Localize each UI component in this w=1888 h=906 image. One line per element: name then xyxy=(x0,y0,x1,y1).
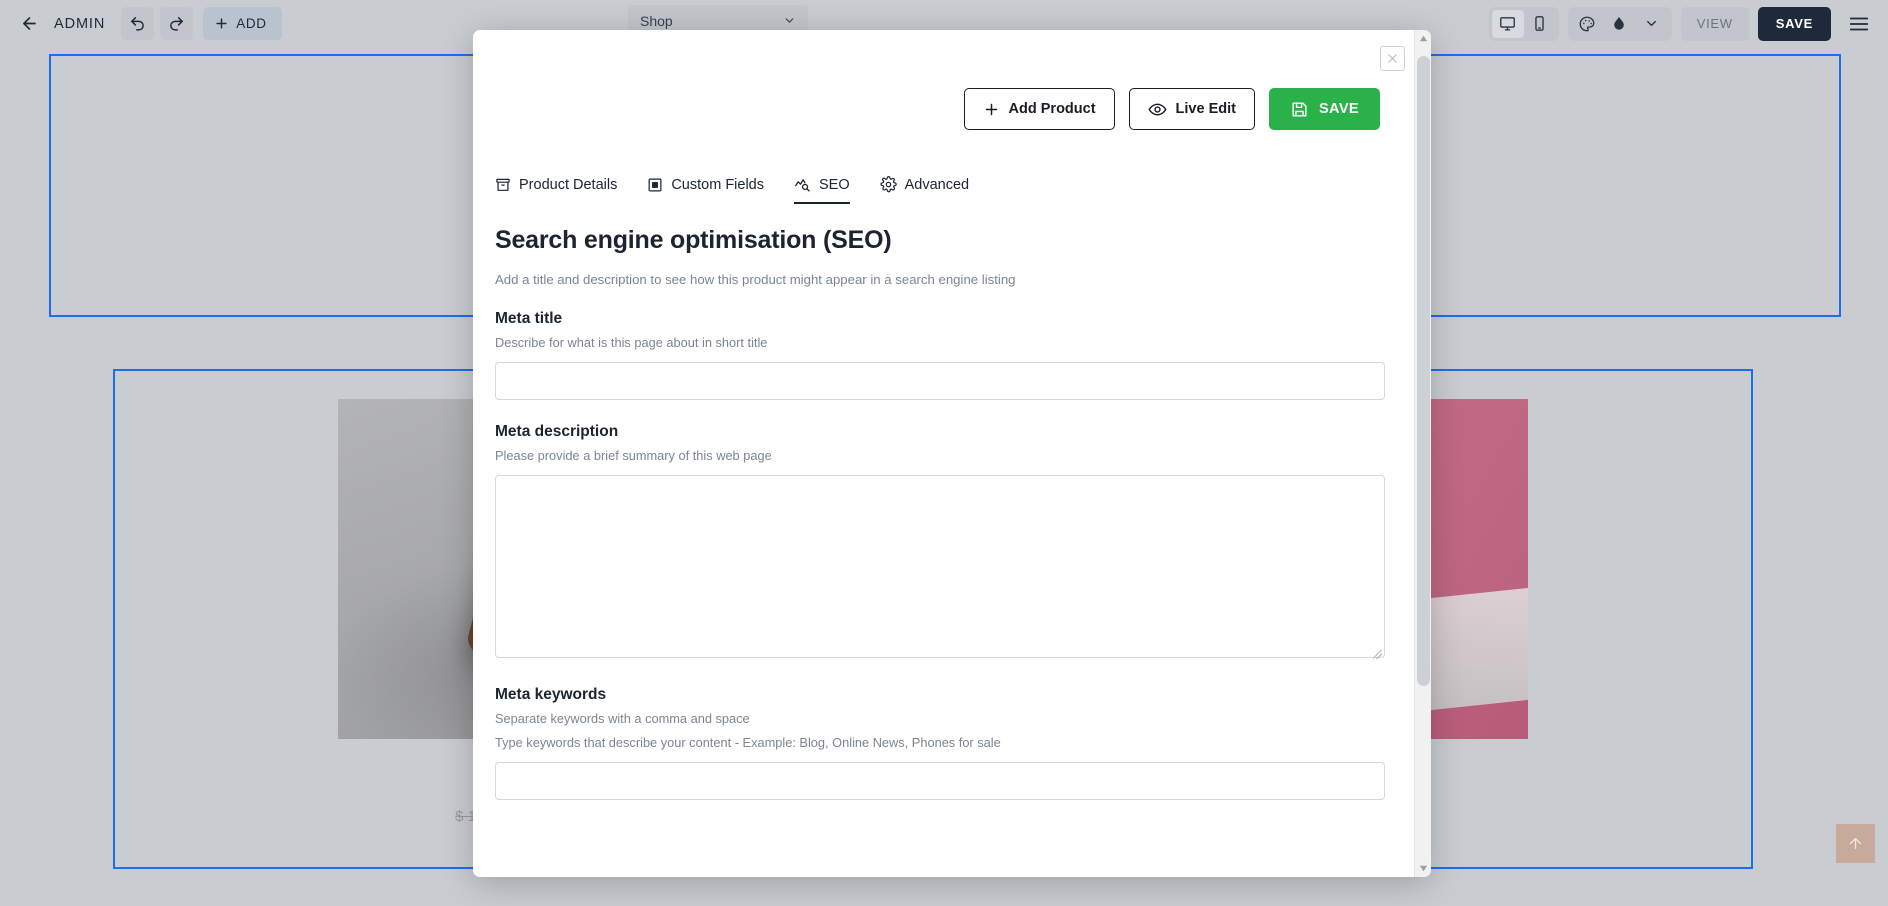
meta-description-textarea[interactable] xyxy=(495,475,1385,658)
meta-title-field-group: Meta title Describe for what is this pag… xyxy=(495,310,1392,400)
page-title: Search engine optimisation (SEO) xyxy=(495,226,892,254)
meta-description-field-group: Meta description Please provide a brief … xyxy=(495,423,1392,663)
modal-action-bar: Add Product Live Edit SAVE xyxy=(473,30,1414,130)
seo-panel: Search engine optimisation (SEO) Add a t… xyxy=(473,204,1414,800)
product-editor-modal: Add Product Live Edit SAVE Product Detai… xyxy=(473,30,1431,877)
modal-tabs: Product Details Custom Fields SEO Advanc… xyxy=(473,130,1414,204)
scroll-up-arrow-icon[interactable] xyxy=(1415,30,1431,47)
tab-label: SEO xyxy=(819,176,850,193)
modal-save-button[interactable]: SAVE xyxy=(1268,88,1380,130)
eye-icon xyxy=(1147,100,1167,119)
plus-icon xyxy=(983,101,1000,118)
modal-scrollbar[interactable] xyxy=(1414,30,1431,877)
meta-title-label: Meta title xyxy=(495,310,563,327)
floppy-disk-icon xyxy=(1290,100,1309,119)
modal-save-label: SAVE xyxy=(1318,101,1359,117)
meta-keywords-hint: Separate keywords with a comma and space xyxy=(495,711,750,726)
add-product-button[interactable]: Add Product xyxy=(963,88,1115,130)
live-edit-button[interactable]: Live Edit xyxy=(1128,88,1255,130)
tab-label: Custom Fields xyxy=(671,176,764,193)
modal-scrollbar-thumb[interactable] xyxy=(1417,56,1430,686)
archive-box-icon xyxy=(495,177,511,193)
meta-title-hint: Describe for what is this page about in … xyxy=(495,335,768,350)
meta-description-hint: Please provide a brief summary of this w… xyxy=(495,448,772,463)
page-subtitle: Add a title and description to see how t… xyxy=(495,272,1016,287)
tab-seo[interactable]: SEO xyxy=(794,176,850,204)
tab-custom-fields[interactable]: Custom Fields xyxy=(647,177,764,204)
modal-content: Add Product Live Edit SAVE Product Detai… xyxy=(473,30,1414,877)
square-inset-icon xyxy=(647,177,663,193)
meta-keywords-label: Meta keywords xyxy=(495,686,607,703)
add-product-label: Add Product xyxy=(1008,101,1096,117)
scroll-down-arrow-icon[interactable] xyxy=(1415,860,1431,877)
tab-advanced[interactable]: Advanced xyxy=(880,176,970,204)
meta-description-label: Meta description xyxy=(495,423,619,440)
meta-description-resize-wrap xyxy=(495,463,1385,663)
editor-page: ADMIN ADD Shop VIEW SAVE $ Add Product L… xyxy=(0,0,1888,906)
meta-title-input[interactable] xyxy=(495,362,1385,400)
meta-keywords-input[interactable] xyxy=(495,762,1385,800)
meta-keywords-example-hint: Type keywords that describe your content… xyxy=(495,735,1001,750)
chart-search-icon xyxy=(794,176,811,193)
live-edit-label: Live Edit xyxy=(1175,101,1236,117)
meta-keywords-field-group: Meta keywords Separate keywords with a c… xyxy=(495,686,1392,800)
close-icon xyxy=(1386,52,1399,65)
tab-product-details[interactable]: Product Details xyxy=(495,177,617,204)
tab-label: Advanced xyxy=(904,176,970,193)
modal-close-button[interactable] xyxy=(1380,46,1405,71)
tab-label: Product Details xyxy=(519,176,618,193)
gear-icon xyxy=(880,176,897,193)
